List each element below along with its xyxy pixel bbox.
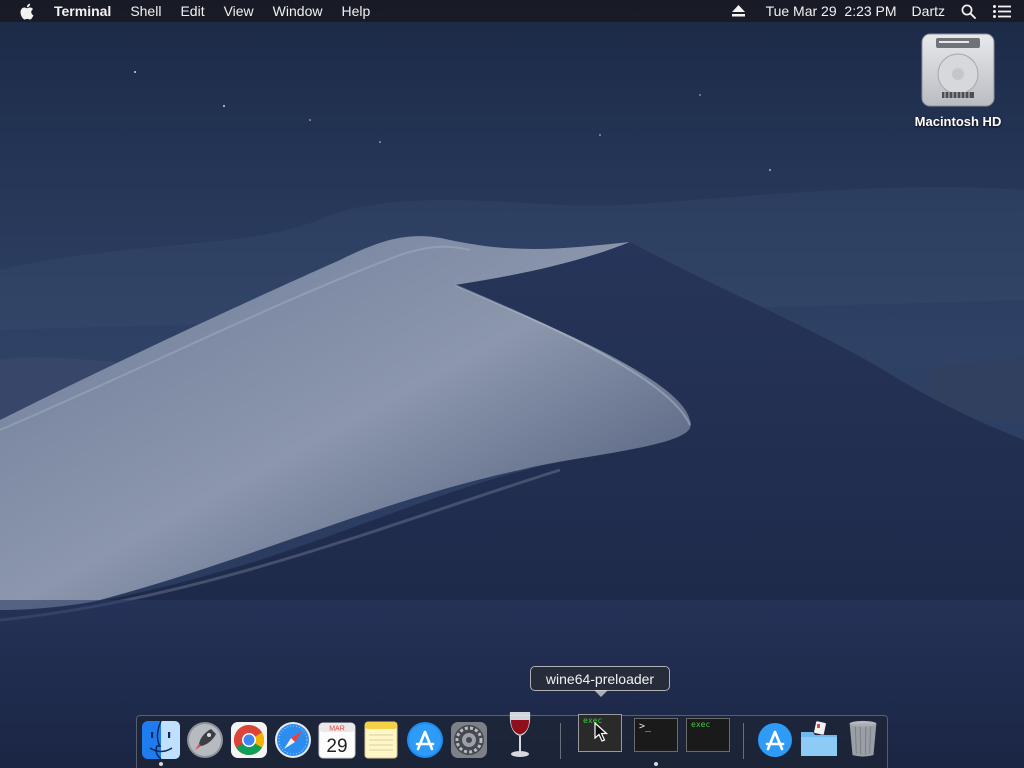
- user-menu[interactable]: Dartz: [912, 0, 945, 22]
- mouse-cursor-icon: [594, 722, 608, 742]
- dock-separator: [743, 723, 744, 759]
- wallpaper: [0, 0, 1024, 768]
- dock-window-thumbnail-3[interactable]: exec: [686, 718, 730, 752]
- thumbnail-prompt: >_: [639, 721, 652, 732]
- notes-icon[interactable]: [361, 720, 401, 760]
- launchpad-icon[interactable]: [185, 720, 225, 760]
- menu-edit[interactable]: Edit: [180, 0, 204, 22]
- calendar-day: 29: [326, 736, 347, 757]
- menu-bar: Terminal Shell Edit View Window Help Tue…: [0, 0, 1024, 22]
- calendar-icon[interactable]: MAR 29: [317, 720, 357, 760]
- desktop-icon-label: Macintosh HD: [914, 114, 1002, 129]
- dock-window-thumbnail-2[interactable]: >_: [634, 718, 678, 752]
- system-preferences-icon[interactable]: [449, 720, 489, 760]
- apple-logo-icon[interactable]: [19, 3, 37, 20]
- chrome-icon[interactable]: [229, 720, 269, 760]
- menu-bar-status-area: Tue Mar 29 2:23 PM Dartz: [731, 0, 1024, 22]
- hard-drive-icon: [921, 33, 995, 107]
- menu-view[interactable]: View: [224, 0, 254, 22]
- eject-icon[interactable]: [731, 5, 745, 17]
- menu-app-name[interactable]: Terminal: [54, 0, 111, 22]
- applications-folder-icon[interactable]: [755, 720, 795, 760]
- wine-glass-icon[interactable]: [500, 710, 540, 760]
- spotlight-search-icon[interactable]: [961, 4, 976, 19]
- app-store-icon[interactable]: [405, 720, 445, 760]
- downloads-folder-icon[interactable]: [799, 720, 839, 760]
- calendar-month: MAR: [329, 726, 345, 733]
- dock-separator: [560, 723, 561, 759]
- dock-running-indicator: [654, 762, 658, 766]
- notification-center-icon[interactable]: [993, 4, 1011, 18]
- menu-clock[interactable]: Tue Mar 29 2:23 PM: [766, 0, 897, 22]
- dock-running-indicator: [159, 762, 163, 766]
- desktop: Terminal Shell Edit View Window Help Tue…: [0, 0, 1024, 768]
- thumbnail-text: exec: [691, 720, 711, 729]
- dock-tooltip-arrow: [594, 690, 608, 697]
- trash-icon[interactable]: [843, 718, 883, 758]
- menu-shell[interactable]: Shell: [130, 0, 161, 22]
- desktop-icon-macintosh-hd[interactable]: Macintosh HD: [908, 30, 1008, 145]
- dock-tooltip: wine64-preloader: [530, 666, 670, 691]
- finder-icon[interactable]: [141, 720, 181, 760]
- safari-icon[interactable]: [273, 720, 313, 760]
- menu-help[interactable]: Help: [341, 0, 370, 22]
- menu-window[interactable]: Window: [273, 0, 323, 22]
